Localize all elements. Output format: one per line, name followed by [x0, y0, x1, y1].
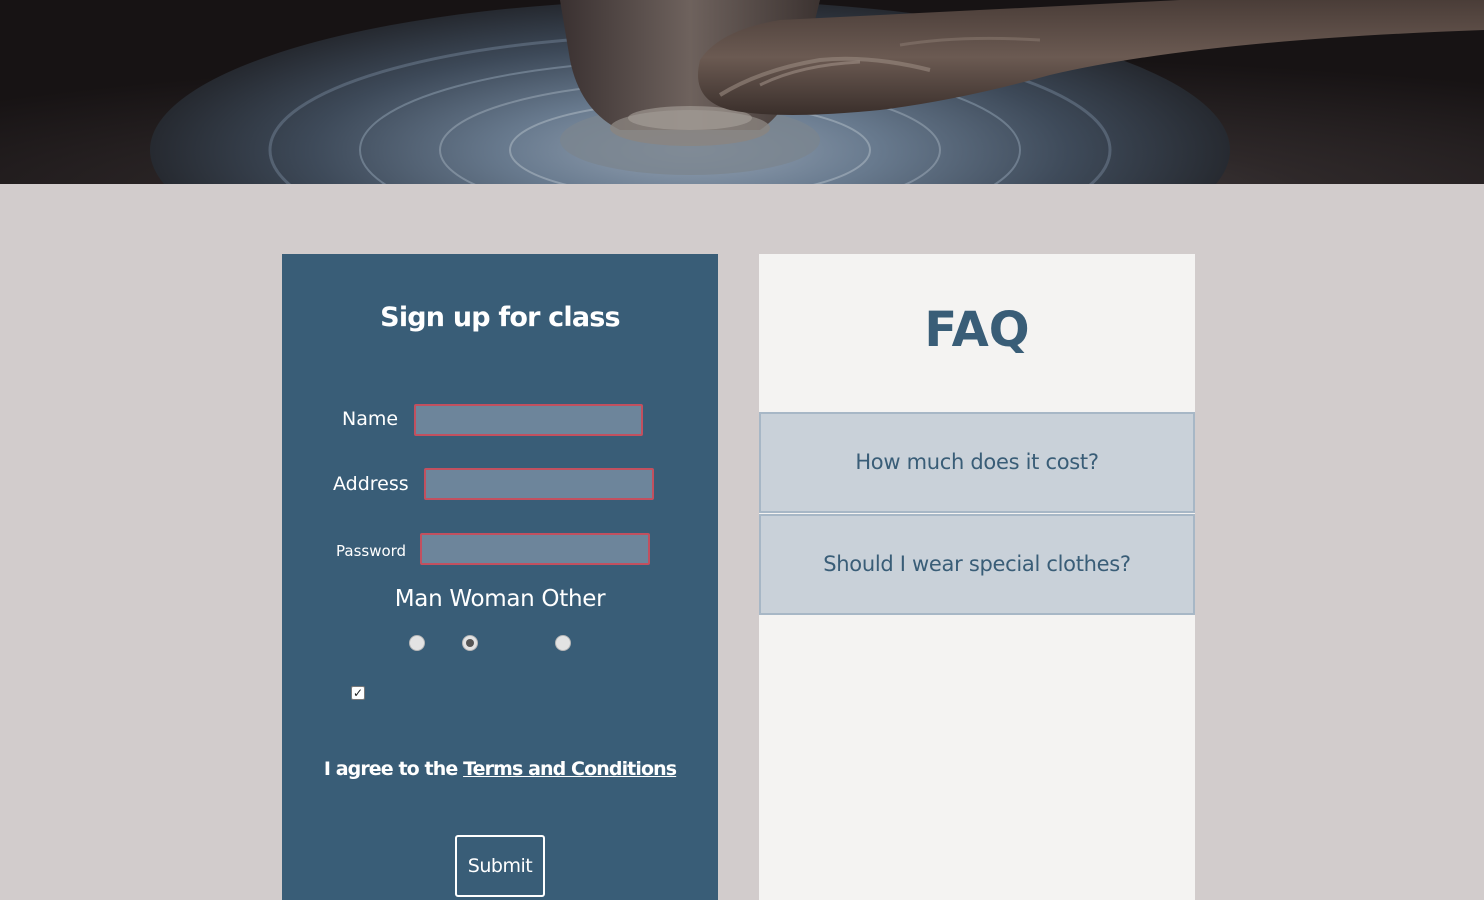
name-label: Name: [342, 408, 399, 430]
gender-radio-man[interactable]: [409, 635, 425, 651]
name-input[interactable]: [414, 404, 643, 436]
password-input[interactable]: [420, 533, 650, 565]
faq-panel: FAQ How much does it cost? Should I wear…: [759, 254, 1195, 900]
gender-radio-other[interactable]: [555, 635, 571, 651]
hero-image: [0, 0, 1484, 184]
faq-question: How much does it cost?: [855, 450, 1099, 474]
terms-agreement: I agree to the Terms and Conditions: [282, 758, 718, 780]
signup-title: Sign up for class: [380, 302, 620, 333]
address-label: Address: [333, 473, 409, 495]
faq-question: Should I wear special clothes?: [823, 552, 1131, 576]
faq-item-clothes[interactable]: Should I wear special clothes?: [759, 514, 1195, 615]
submit-button[interactable]: Submit: [455, 835, 545, 897]
address-input[interactable]: [424, 468, 654, 500]
terms-checkbox[interactable]: ✓: [351, 686, 365, 700]
agree-prefix: I agree to the: [323, 758, 458, 780]
signup-form-panel: Sign up for class Name Address Password …: [282, 254, 718, 900]
gender-radio-woman[interactable]: [462, 635, 478, 651]
gender-options-label: Man Woman Other: [394, 586, 606, 612]
terms-link[interactable]: Terms and Conditions: [463, 758, 677, 780]
password-label: Password: [336, 542, 407, 560]
faq-item-cost[interactable]: How much does it cost?: [759, 412, 1195, 513]
faq-title: FAQ: [924, 302, 1030, 358]
